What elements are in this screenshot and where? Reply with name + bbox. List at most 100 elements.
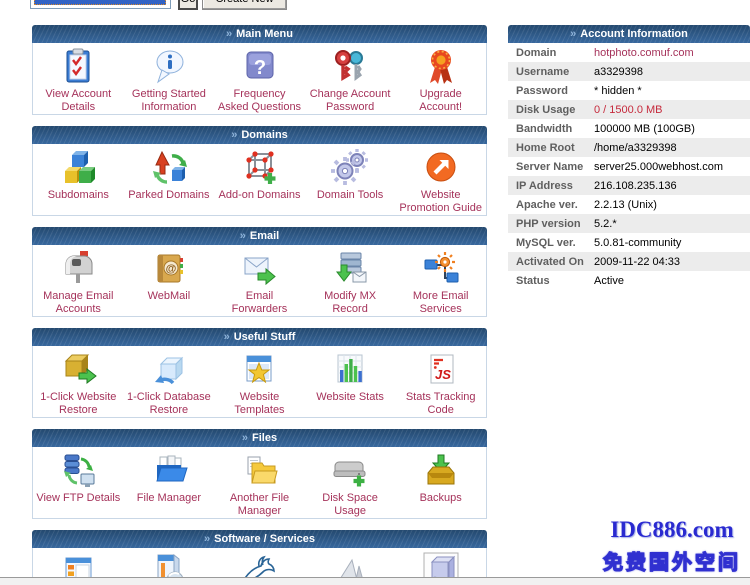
menu-item-file-manager[interactable]: File Manager xyxy=(124,447,215,505)
table-row: StatusActive xyxy=(508,271,750,290)
row-value: /home/a3329398 xyxy=(594,142,677,154)
menu-item-label: Website Templates xyxy=(214,391,305,417)
chevron-icon: » xyxy=(204,533,210,545)
row-label: Activated On xyxy=(508,256,594,268)
row-value: Active xyxy=(594,275,624,287)
menu-item-another-file-manager[interactable]: Another File Manager xyxy=(214,447,305,518)
wireframe-cube-plus-icon xyxy=(239,147,279,189)
row-label: Home Root xyxy=(508,142,594,154)
row-label: Server Name xyxy=(508,161,594,173)
svg-text:JS: JS xyxy=(435,367,451,382)
menu-item-label: Backups xyxy=(417,492,465,505)
chevron-icon: » xyxy=(231,129,237,141)
panel-email-body: Manage Email Accounts @ WebMail Email Fo… xyxy=(32,245,487,317)
table-row: PHP version5.2.* xyxy=(508,214,750,233)
menu-item-label: Parked Domains xyxy=(125,189,212,202)
menu-item-email-forwarders[interactable]: Email Forwarders xyxy=(214,245,305,316)
menu-item-label: Getting Started Information xyxy=(124,88,215,114)
menu-item-label: WebMail xyxy=(145,290,194,303)
menu-item-domain-tools[interactable]: Domain Tools xyxy=(305,144,396,202)
control-panel-page: Go Create New » Main Menu View Account De… xyxy=(0,0,750,585)
panel-files-header: »Files xyxy=(32,429,487,447)
panel-title: Domains xyxy=(241,129,287,141)
row-label: Username xyxy=(508,66,594,78)
table-row: Password* hidden * xyxy=(508,81,750,100)
gold-box-arrow-icon xyxy=(58,349,98,391)
panel-main-menu-header: » Main Menu xyxy=(32,25,487,43)
orange-arrow-circle-icon xyxy=(421,147,461,189)
panel-useful-stuff-body: 1-Click Website Restore 1-Click Database… xyxy=(32,346,487,418)
menu-item-getting-started[interactable]: Getting Started Information xyxy=(124,43,215,114)
row-label: MySQL ver. xyxy=(508,237,594,249)
row-value: a3329398 xyxy=(594,66,643,78)
server-arrow-icon xyxy=(330,248,370,290)
row-value: 2.2.13 (Unix) xyxy=(594,199,657,211)
menu-item-view-ftp[interactable]: View FTP Details xyxy=(33,447,124,505)
create-new-button[interactable]: Create New xyxy=(202,0,287,10)
menu-item-label: More Email Services xyxy=(395,290,486,316)
menu-item-label: File Manager xyxy=(134,492,204,505)
panel-title: Useful Stuff xyxy=(234,331,296,343)
menu-item-subdomains[interactable]: Subdomains xyxy=(33,144,124,202)
chevron-icon: » xyxy=(226,28,232,40)
menu-item-backups[interactable]: Backups xyxy=(395,447,486,505)
menu-item-view-account-details[interactable]: View Account Details xyxy=(33,43,124,114)
menu-item-label: Disk Space Usage xyxy=(305,492,396,518)
menu-item-modify-mx[interactable]: Modify MX Record xyxy=(305,245,396,316)
account-info-panel: »Account Information Domainhotphoto.comu… xyxy=(508,25,750,290)
panel-title: Main Menu xyxy=(236,28,293,40)
menu-item-stats-tracking-code[interactable]: JS Stats Tracking Code xyxy=(395,346,486,417)
panel-files: »Files View FTP Details File Manager xyxy=(32,429,487,519)
row-value: 5.2.* xyxy=(594,218,617,230)
menu-item-parked-domains[interactable]: Parked Domains xyxy=(124,144,215,202)
row-label: Domain xyxy=(508,47,594,59)
menu-item-label: 1-Click Database Restore xyxy=(124,391,215,417)
menu-item-upgrade-account[interactable]: Upgrade Account! xyxy=(395,43,486,114)
menu-item-database-restore[interactable]: 1-Click Database Restore xyxy=(124,346,215,417)
panel-software-services-header: »Software / Services xyxy=(32,530,487,548)
row-value: 2009-11-22 04:33 xyxy=(594,256,680,268)
table-row: Usernamea3329398 xyxy=(508,62,750,81)
menu-item-website-stats[interactable]: Website Stats xyxy=(305,346,396,404)
menu-item-label: View Account Details xyxy=(33,88,124,114)
table-row: Disk Usage0 / 1500.0 MB xyxy=(508,100,750,119)
watermark: IDC886.com 免费国外空间 xyxy=(596,517,748,575)
account-info-rows: Domainhotphoto.comuf.com Usernamea332939… xyxy=(508,43,750,290)
clipboard-check-icon xyxy=(58,46,98,88)
panel-title: Email xyxy=(250,230,279,242)
row-value: * hidden * xyxy=(594,85,642,97)
table-row: Home Root/home/a3329398 xyxy=(508,138,750,157)
menu-item-manage-email[interactable]: Manage Email Accounts xyxy=(33,245,124,316)
selected-text xyxy=(34,0,166,5)
menu-item-disk-space[interactable]: Disk Space Usage xyxy=(305,447,396,518)
mailbox-icon xyxy=(58,248,98,290)
menu-item-label: Website Promotion Guide xyxy=(395,189,486,215)
go-button[interactable]: Go xyxy=(178,0,198,10)
menu-item-website-templates[interactable]: Website Templates xyxy=(214,346,305,417)
menu-item-faq[interactable]: ? Frequency Asked Questions xyxy=(214,43,305,114)
envelope-arrow-icon xyxy=(239,248,279,290)
panel-title: Files xyxy=(252,432,277,444)
bottom-scrollbar-strip xyxy=(0,577,750,585)
blue-folder-icon xyxy=(149,450,189,492)
menu-item-website-promotion[interactable]: Website Promotion Guide xyxy=(395,144,486,215)
menu-item-addon-domains[interactable]: Add-on Domains xyxy=(214,144,305,202)
backup-box-icon xyxy=(421,450,461,492)
row-value: server25.000webhost.com xyxy=(594,161,723,173)
domain-link[interactable]: hotphoto.comuf.com xyxy=(594,47,694,59)
panel-main-menu: » Main Menu View Account Details Getting … xyxy=(32,25,487,115)
account-info-header: »Account Information xyxy=(508,25,750,43)
domain-input[interactable] xyxy=(30,0,171,9)
menu-item-change-password[interactable]: Change Account Password xyxy=(305,43,396,114)
question-square-icon: ? xyxy=(239,46,279,88)
panel-main-menu-body: View Account Details Getting Started Inf… xyxy=(32,43,487,115)
menu-item-more-email-services[interactable]: More Email Services xyxy=(395,245,486,316)
menu-item-webmail[interactable]: @ WebMail xyxy=(124,245,215,303)
menu-item-label: Frequency Asked Questions xyxy=(214,88,305,114)
menu-item-label: Change Account Password xyxy=(305,88,396,114)
watermark-chinese-text: 免费国外空间 xyxy=(596,546,748,575)
award-ribbon-icon xyxy=(421,46,461,88)
watermark-domain-text: IDC886.com xyxy=(596,517,748,543)
menu-item-website-restore[interactable]: 1-Click Website Restore xyxy=(33,346,124,417)
row-label: Status xyxy=(508,275,594,287)
